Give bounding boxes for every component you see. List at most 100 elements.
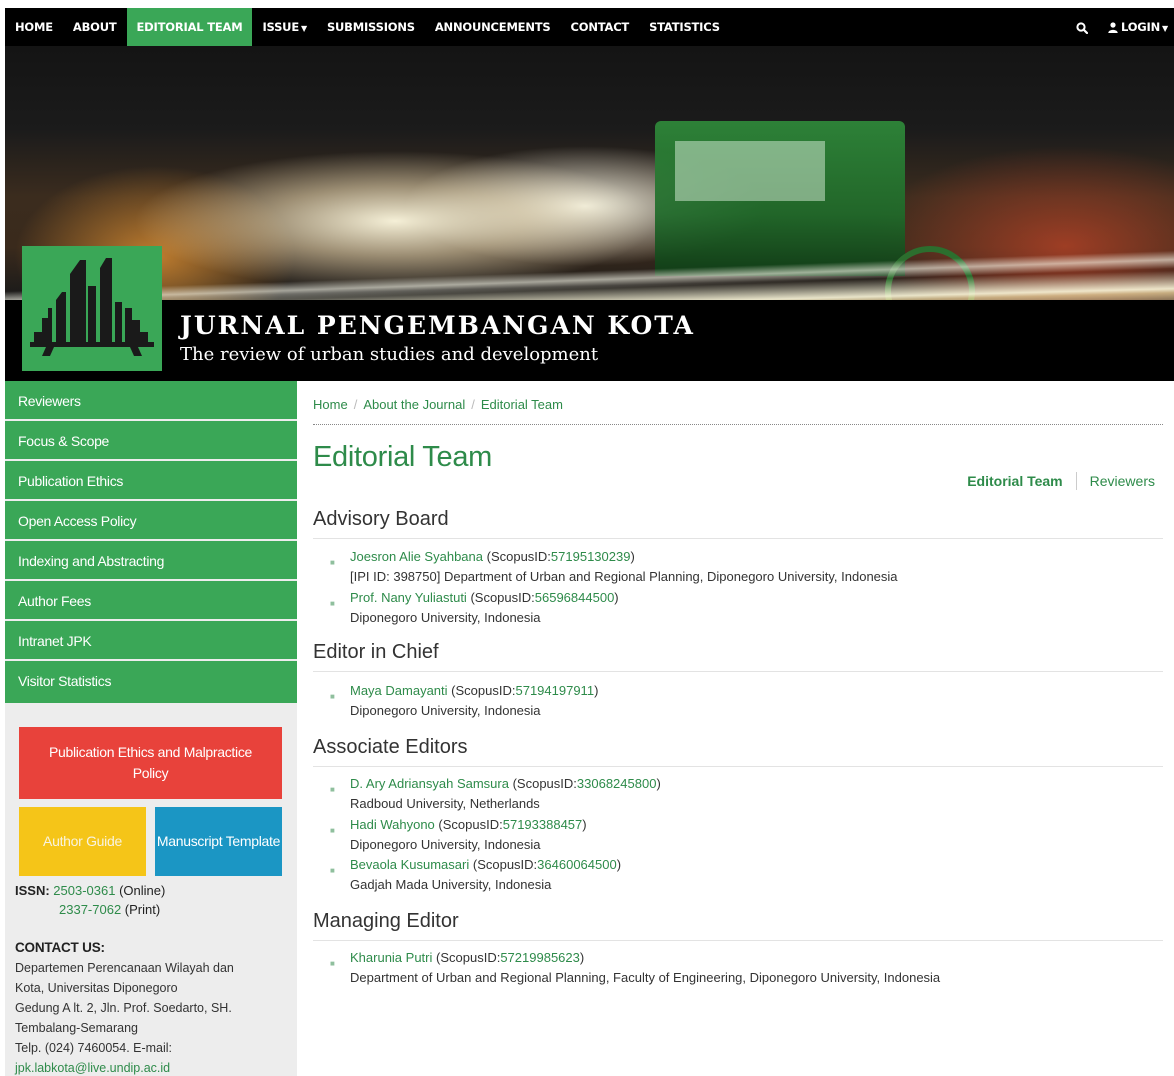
scopus-id-link[interactable]: 57219985623	[500, 950, 580, 965]
nav-about[interactable]: ABOUT	[63, 8, 127, 46]
sidebar-item-visitor-statistics[interactable]: Visitor Statistics	[5, 661, 297, 703]
breadcrumb: Home / About the Journal / Editorial Team	[313, 397, 563, 412]
sidebar-item-publication-ethics[interactable]: Publication Ethics	[5, 461, 297, 501]
issn-label: ISSN:	[15, 883, 50, 898]
login-label: LOGIN	[1121, 20, 1161, 34]
subnav-divider	[1075, 472, 1077, 490]
scopus-suffix: )	[630, 549, 635, 564]
member-entry: ■ Bevaola Kusumasari (ScopusID:364600645…	[313, 855, 621, 895]
breadcrumb-divider	[313, 424, 1163, 425]
nav-contact[interactable]: CONTACT	[561, 8, 640, 46]
subnav-editorial-team[interactable]: Editorial Team	[967, 473, 1062, 489]
subnav-reviewers[interactable]: Reviewers	[1090, 473, 1155, 489]
member-affiliation: Department of Urban and Regional Plannin…	[350, 970, 941, 985]
nav-statistics[interactable]: STATISTICS	[639, 8, 730, 46]
section-divider	[313, 538, 1163, 539]
square-bullet-icon: ■	[330, 558, 335, 567]
member-name-link[interactable]: Joesron Alie Syahbana	[350, 549, 483, 564]
member-name-link[interactable]: Maya Damayanti	[350, 683, 448, 698]
member-entry: ■ Joesron Alie Syahbana (ScopusID:571951…	[313, 547, 898, 587]
scopus-id-link[interactable]: 57194197911	[515, 683, 594, 698]
member-name-link[interactable]: Prof. Nany Yuliastuti	[350, 590, 467, 605]
issn-online-note: (Online)	[119, 883, 166, 898]
header-banner: JURNAL PENGEMBANGAN KOTA The review of u…	[5, 46, 1174, 381]
scopus-id-link[interactable]: 33068245800	[577, 776, 657, 791]
square-bullet-icon: ■	[330, 959, 335, 968]
member-entry: ■ Prof. Nany Yuliastuti (ScopusID:565968…	[313, 588, 619, 628]
member-affiliation: Radboud University, Netherlands	[350, 796, 540, 811]
scopus-prefix: (ScopusID:	[470, 590, 535, 605]
top-navigation: HOME ABOUT EDITORIAL TEAM ISSUE ▼ SUBMISS…	[5, 8, 1174, 46]
manuscript-template-button[interactable]: Manuscript Template	[155, 807, 282, 876]
sidebar-item-open-access-policy[interactable]: Open Access Policy	[5, 501, 297, 541]
nav-issue[interactable]: ISSUE ▼	[252, 8, 316, 46]
scopus-suffix: )	[594, 683, 599, 698]
member-name-link[interactable]: D. Ary Adriansyah Samsura	[350, 776, 509, 791]
login-dropdown[interactable]: LOGIN ▼	[1098, 8, 1174, 46]
section-heading-editor-in-chief: Editor in Chief	[313, 641, 439, 663]
contact-title: CONTACT US:	[15, 940, 105, 955]
caret-down-icon: ▼	[1162, 24, 1168, 33]
scopus-prefix: (ScopusID:	[486, 549, 551, 564]
nav-home[interactable]: HOME	[5, 8, 63, 46]
nav-submissions[interactable]: SUBMISSIONS	[317, 8, 425, 46]
member-entry: ■ Kharunia Putri (ScopusID:57219985623) …	[313, 948, 940, 988]
sidebar: Reviewers Focus & Scope Publication Ethi…	[5, 381, 297, 1076]
sidebar-item-intranet-jpk[interactable]: Intranet JPK	[5, 621, 297, 661]
issn-print-note: (Print)	[124, 902, 161, 917]
member-entry: ■ Hadi Wahyono (ScopusID:57193388457) Di…	[313, 815, 587, 855]
ethics-malpractice-button[interactable]: Publication Ethics and Malpractice Polic…	[19, 727, 282, 799]
issn-info: ISSN: 2503-0361 (Online) 2337-7062 (Prin…	[15, 881, 165, 919]
nav-issue-label: ISSUE	[262, 20, 299, 34]
square-bullet-icon: ■	[330, 826, 335, 835]
scopus-suffix: )	[656, 776, 661, 791]
member-name-link[interactable]: Hadi Wahyono	[350, 817, 435, 832]
member-entry: ■ D. Ary Adriansyah Samsura (ScopusID:33…	[313, 774, 661, 814]
scopus-suffix: )	[616, 857, 622, 872]
scopus-suffix: )	[614, 590, 619, 605]
square-bullet-icon: ■	[330, 599, 335, 608]
site-title[interactable]: JURNAL PENGEMBANGAN KOTA	[180, 311, 695, 340]
site-subtitle: The review of urban studies and developm…	[180, 344, 599, 365]
scopus-id-link[interactable]: 56596844500	[535, 590, 615, 605]
nav-editorial-team[interactable]: EDITORIAL TEAM	[126, 8, 253, 46]
journal-logo[interactable]	[22, 246, 162, 371]
contact-email-link[interactable]: jpk.labkota@live.undip.ac.id	[15, 1058, 290, 1076]
issn-print-link[interactable]: 2337-7062	[59, 902, 121, 917]
member-affiliation: [IPI ID: 398750] Department of Urban and…	[350, 569, 898, 584]
contact-us: CONTACT US: Departemen Perencanaan Wilay…	[15, 938, 290, 1076]
square-bullet-icon: ■	[330, 692, 335, 701]
scopus-id-link[interactable]: 57193388457	[503, 817, 583, 832]
breadcrumb-home[interactable]: Home	[313, 397, 348, 412]
breadcrumb-current[interactable]: Editorial Team	[481, 397, 563, 412]
sidebar-item-author-fees[interactable]: Author Fees	[5, 581, 297, 621]
scopus-prefix: (ScopusID:	[436, 950, 501, 965]
square-bullet-icon: ■	[330, 785, 335, 794]
banner-photo-glass	[675, 141, 825, 201]
page-title: Editorial Team	[313, 441, 493, 473]
scopus-id-link[interactable]: 36460064500	[537, 857, 617, 872]
member-affiliation: Diponegoro University, Indonesia	[350, 837, 541, 852]
page-sub-nav: Editorial Team Reviewers	[967, 472, 1155, 490]
scopus-prefix: (ScopusID:	[438, 817, 503, 832]
scopus-id-link[interactable]: 57195130239	[551, 549, 631, 564]
issn-online-link[interactable]: 2503-0361	[53, 883, 115, 898]
member-affiliation: Diponegoro University, Indonesia	[350, 703, 541, 718]
member-name-link[interactable]: Bevaola Kusumasari	[350, 857, 469, 872]
sidebar-item-reviewers[interactable]: Reviewers	[5, 381, 297, 421]
caret-down-icon: ▼	[300, 24, 307, 33]
contact-line: Telp. (024) 7460054. E-mail:	[15, 1041, 173, 1055]
sidebar-item-indexing-abstracting[interactable]: Indexing and Abstracting	[5, 541, 297, 581]
scopus-suffix: )	[579, 950, 585, 965]
member-name-link[interactable]: Kharunia Putri	[350, 950, 432, 965]
contact-line: Gedung A lt. 2, Jln. Prof. Soedarto, SH.	[15, 1001, 232, 1015]
author-guide-button[interactable]: Author Guide	[19, 807, 146, 876]
search-button[interactable]	[1066, 8, 1098, 46]
section-divider	[313, 940, 1163, 941]
breadcrumb-about[interactable]: About the Journal	[363, 397, 465, 412]
sidebar-item-focus-scope[interactable]: Focus & Scope	[5, 421, 297, 461]
section-heading-managing-editor: Managing Editor	[313, 910, 459, 932]
sidebar-menu: Reviewers Focus & Scope Publication Ethi…	[5, 381, 297, 703]
section-divider	[313, 766, 1163, 767]
nav-announcements[interactable]: ANNOUNCEMENTS	[425, 8, 561, 46]
